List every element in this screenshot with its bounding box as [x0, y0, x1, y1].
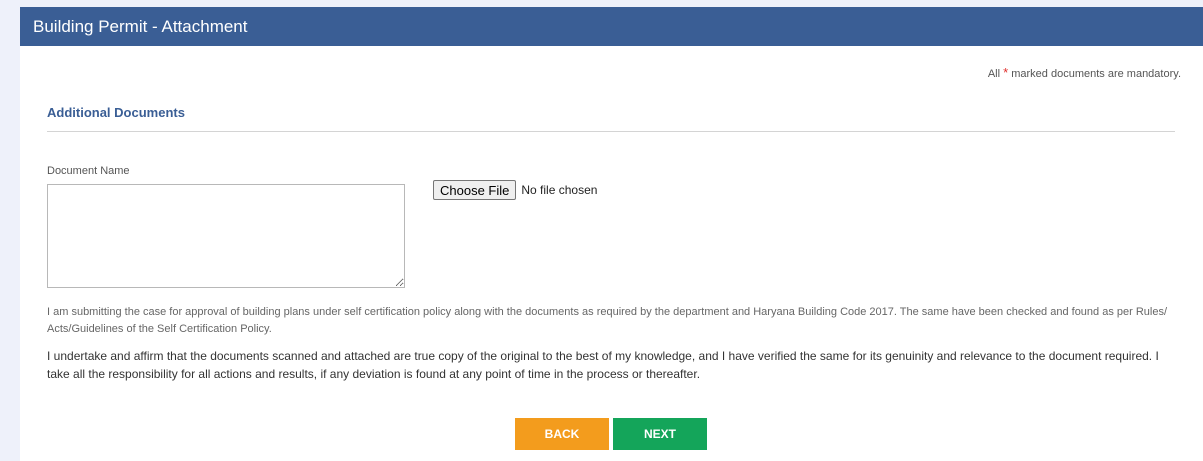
- mandatory-note-prefix: All: [987, 68, 1001, 80]
- section-divider: [47, 131, 1175, 132]
- mandatory-note: All * marked documents are mandatory.: [988, 65, 1181, 80]
- next-button[interactable]: NEXT: [613, 418, 707, 450]
- action-buttons: BACK NEXT: [515, 418, 707, 450]
- mandatory-note-suffix: marked documents are mandatory.: [1011, 68, 1181, 80]
- file-status: No file chosen: [521, 183, 598, 197]
- attachment-panel: Building Permit - Attachment All * marke…: [20, 7, 1203, 461]
- undertaking-text: I undertake and affirm that the document…: [47, 349, 1159, 381]
- document-name-textarea[interactable]: [47, 184, 405, 288]
- required-star: *: [1003, 65, 1009, 80]
- choose-file-button[interactable]: Choose File: [433, 180, 517, 200]
- section-title: Additional Documents: [47, 105, 185, 120]
- declaration-text: I am submitting the case for approval of…: [47, 306, 1168, 335]
- document-name-label: Document Name: [47, 165, 130, 177]
- panel-title: Building Permit - Attachment: [20, 7, 1203, 46]
- back-button[interactable]: BACK: [515, 418, 609, 450]
- file-input: Choose File No file chosen: [433, 180, 597, 200]
